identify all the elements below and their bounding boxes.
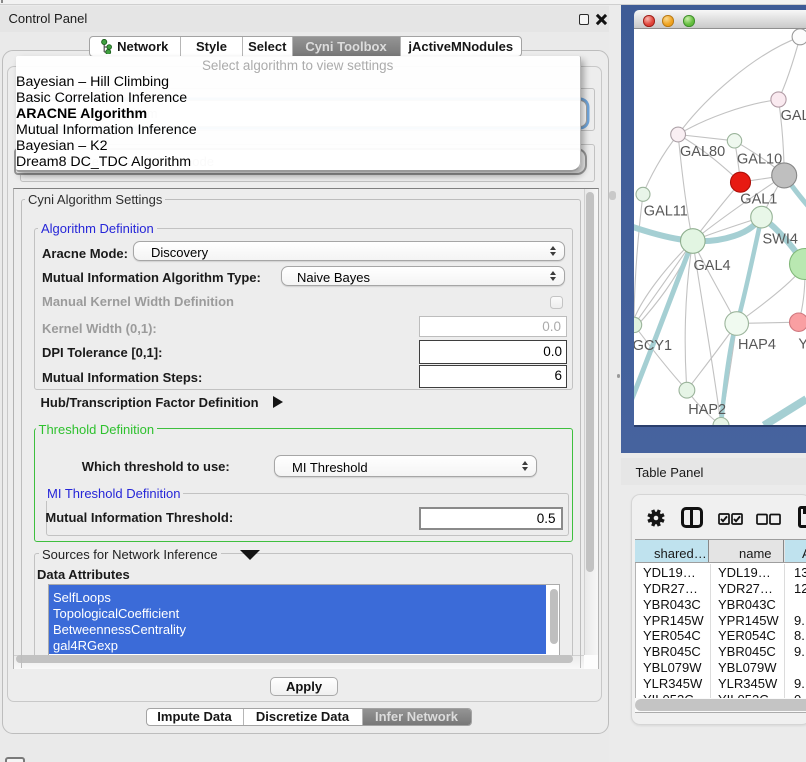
svg-text:SWI4: SWI4 xyxy=(762,231,797,247)
svg-text:HAP4: HAP4 xyxy=(738,337,776,353)
svg-text:GAL7: GAL7 xyxy=(780,108,806,124)
svg-text:GCY1: GCY1 xyxy=(634,337,672,353)
svg-text:GAL11: GAL11 xyxy=(643,203,687,219)
svg-text:GAL4: GAL4 xyxy=(693,257,730,273)
svg-text:GAL1: GAL1 xyxy=(740,191,777,207)
svg-text:GAL80: GAL80 xyxy=(680,143,725,159)
svg-text:HAP2: HAP2 xyxy=(688,402,726,418)
svg-text:YM: YM xyxy=(798,336,806,352)
svg-text:GAL10: GAL10 xyxy=(737,151,782,167)
